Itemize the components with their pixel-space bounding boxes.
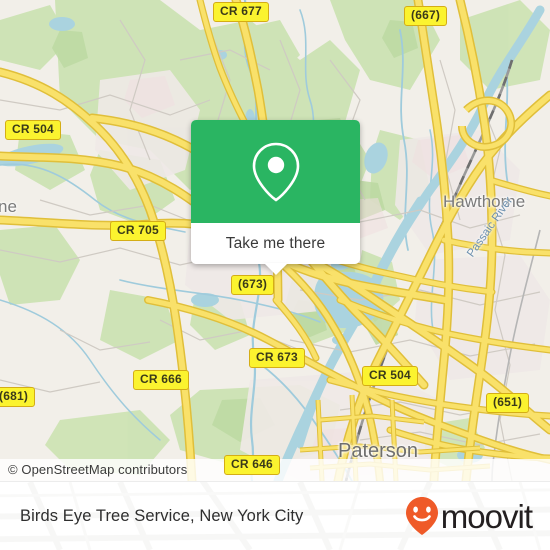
- place-label-paterson: Paterson: [338, 440, 419, 462]
- take-me-there-label: Take me there: [225, 234, 326, 252]
- road-shield: CR 504: [362, 366, 418, 386]
- moovit-logo[interactable]: moovit: [404, 496, 533, 536]
- road-shield: (673): [231, 275, 275, 295]
- road-shield: CR 677: [213, 2, 269, 22]
- callout-action-area[interactable]: Take me there: [191, 223, 360, 275]
- road-shield: CR 504: [5, 120, 61, 140]
- map-canvas[interactable]: CR 677 (667) CR 504 CR 705 (673) CR 673 …: [0, 0, 550, 481]
- moovit-wordmark: moovit: [440, 497, 533, 535]
- road-shield: (651): [486, 393, 530, 413]
- place-label-partial: ne: [0, 197, 17, 216]
- road-shield: CR 666: [133, 370, 189, 390]
- road-shield: CR 646: [224, 455, 280, 475]
- callout-icon-area: [191, 120, 360, 223]
- road-shield: (681): [0, 387, 36, 407]
- place-title: Birds Eye Tree Service, New York City: [20, 506, 304, 525]
- road-shield: (667): [404, 6, 448, 26]
- location-callout-card[interactable]: Take me there: [191, 120, 360, 275]
- callout-pointer: [263, 263, 288, 275]
- road-shield: CR 705: [110, 221, 166, 241]
- location-pin-icon: [252, 142, 299, 202]
- moovit-smiley-pin-icon: [405, 497, 438, 535]
- bottom-info-bar: Birds Eye Tree Service, New York City mo…: [0, 481, 550, 550]
- road-shield: CR 673: [249, 348, 305, 368]
- moovit-map-screenshot: CR 677 (667) CR 504 CR 705 (673) CR 673 …: [0, 0, 550, 550]
